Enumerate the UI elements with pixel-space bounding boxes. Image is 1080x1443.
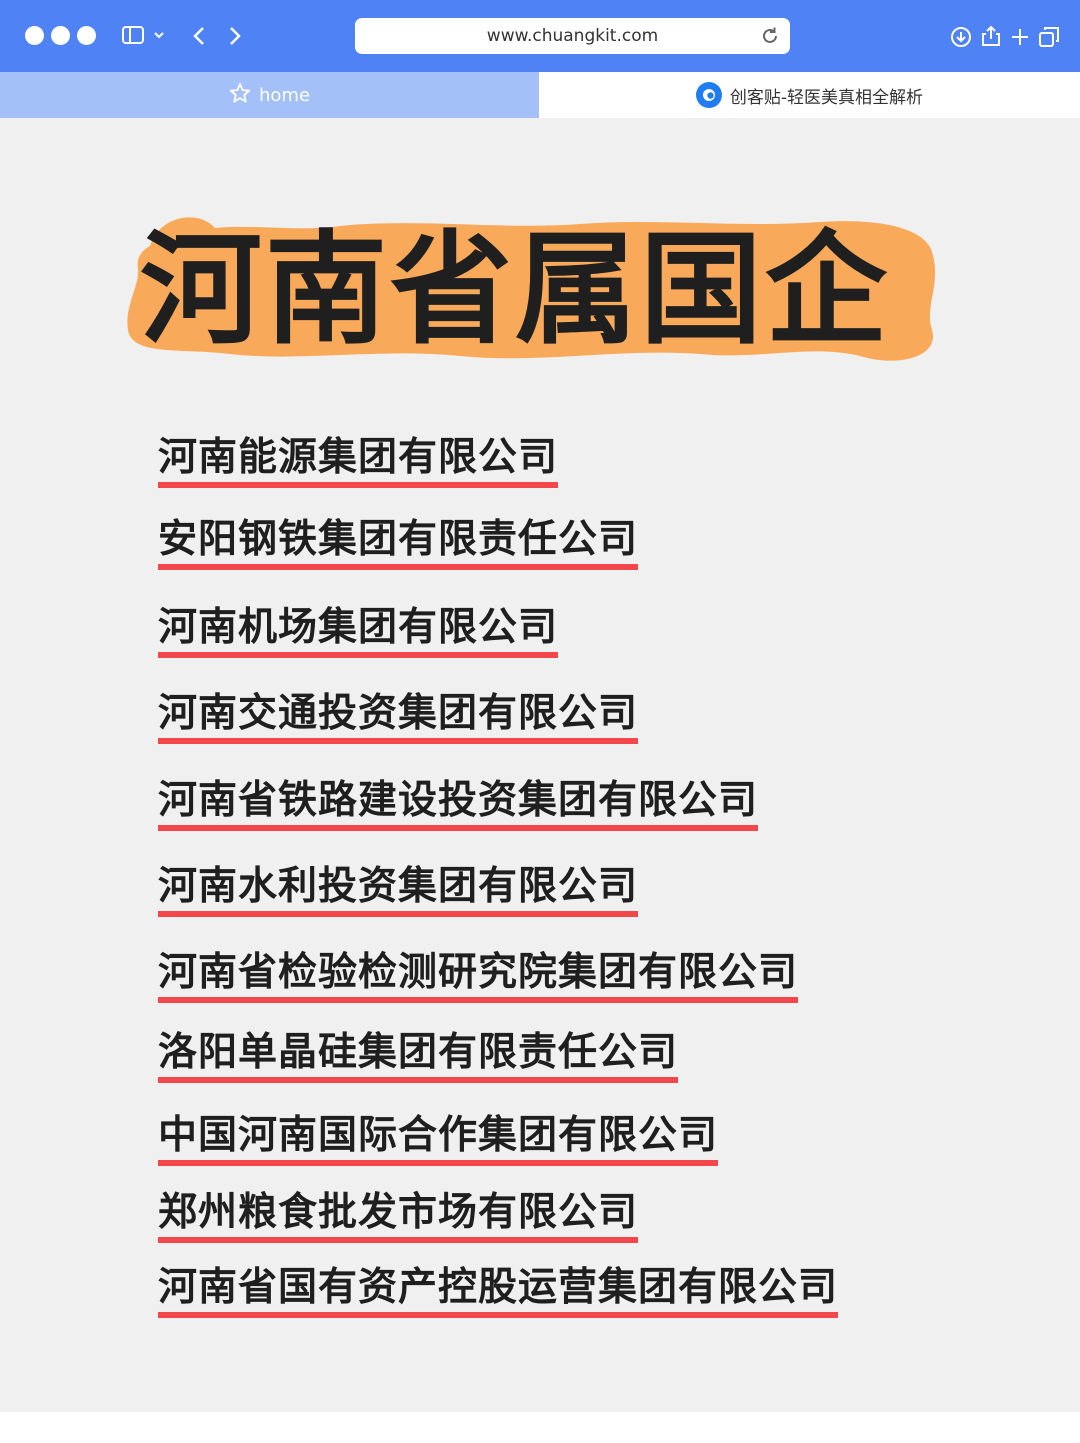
- list-item: 河南省国有资产控股运营集团有限公司: [158, 1266, 839, 1318]
- browser-titlebar: www.chuangkit.com: [0, 0, 1080, 72]
- window-close-dot[interactable]: [25, 26, 44, 45]
- bottom-margin: [0, 1412, 1080, 1443]
- window-minimize-dot[interactable]: [51, 26, 70, 45]
- tab-overview-icon[interactable]: [1038, 26, 1060, 48]
- tab-home[interactable]: home: [0, 72, 539, 118]
- list-item: 中国河南国际合作集团有限公司: [158, 1114, 719, 1166]
- company-name: 河南能源集团有限公司: [158, 436, 559, 488]
- list-item: 郑州粮食批发市场有限公司: [158, 1191, 639, 1243]
- company-name: 河南机场集团有限公司: [158, 606, 559, 658]
- company-name: 河南省铁路建设投资集团有限公司: [158, 779, 759, 831]
- forward-arrow-icon[interactable]: [228, 25, 242, 47]
- list-item: 河南水利投资集团有限公司: [158, 865, 639, 917]
- company-name: 洛阳单晶硅集团有限责任公司: [158, 1031, 679, 1083]
- list-item: 河南交通投资集团有限公司: [158, 692, 639, 744]
- list-item: 河南机场集团有限公司: [158, 606, 559, 658]
- list-item: 安阳钢铁集团有限责任公司: [158, 518, 639, 570]
- company-name: 河南水利投资集团有限公司: [158, 865, 639, 917]
- list-item: 河南能源集团有限公司: [158, 436, 559, 488]
- chevron-down-icon[interactable]: [153, 30, 165, 40]
- url-text: www.chuangkit.com: [486, 26, 659, 46]
- tab-bar: home 创客贴-轻医美真相全解析: [0, 72, 1080, 118]
- list-item: 洛阳单晶硅集团有限责任公司: [158, 1031, 679, 1083]
- page-title: 河南省属国企: [140, 219, 890, 361]
- title-block: 河南省属国企: [120, 206, 950, 376]
- company-name: 郑州粮食批发市场有限公司: [158, 1191, 639, 1243]
- sidebar-toggle-icon[interactable]: [122, 26, 144, 44]
- address-bar[interactable]: www.chuangkit.com: [355, 18, 790, 54]
- back-arrow-icon[interactable]: [192, 25, 206, 47]
- chuangkit-logo-icon: [695, 82, 722, 108]
- share-icon[interactable]: [980, 24, 1002, 48]
- company-name: 河南省国有资产控股运营集团有限公司: [158, 1266, 839, 1318]
- page-content: 河南省属国企 河南能源集团有限公司 安阳钢铁集团有限责任公司 河南机场集团有限公…: [0, 118, 1080, 1412]
- list-item: 河南省铁路建设投资集团有限公司: [158, 779, 759, 831]
- company-name: 河南交通投资集团有限公司: [158, 692, 639, 744]
- new-tab-plus-icon[interactable]: [1009, 26, 1031, 48]
- tab-active-page[interactable]: 创客贴-轻医美真相全解析: [539, 72, 1080, 118]
- tab-home-label: home: [258, 84, 311, 106]
- star-icon: [229, 82, 251, 108]
- reload-icon[interactable]: [760, 26, 780, 50]
- window-zoom-dot[interactable]: [77, 26, 96, 45]
- company-name: 河南省检验检测研究院集团有限公司: [158, 951, 799, 1003]
- download-icon[interactable]: [950, 26, 972, 48]
- list-item: 河南省检验检测研究院集团有限公司: [158, 951, 799, 1003]
- tab-page-label: 创客贴-轻医美真相全解析: [729, 87, 924, 108]
- company-name: 中国河南国际合作集团有限公司: [158, 1114, 719, 1166]
- company-name: 安阳钢铁集团有限责任公司: [158, 518, 639, 570]
